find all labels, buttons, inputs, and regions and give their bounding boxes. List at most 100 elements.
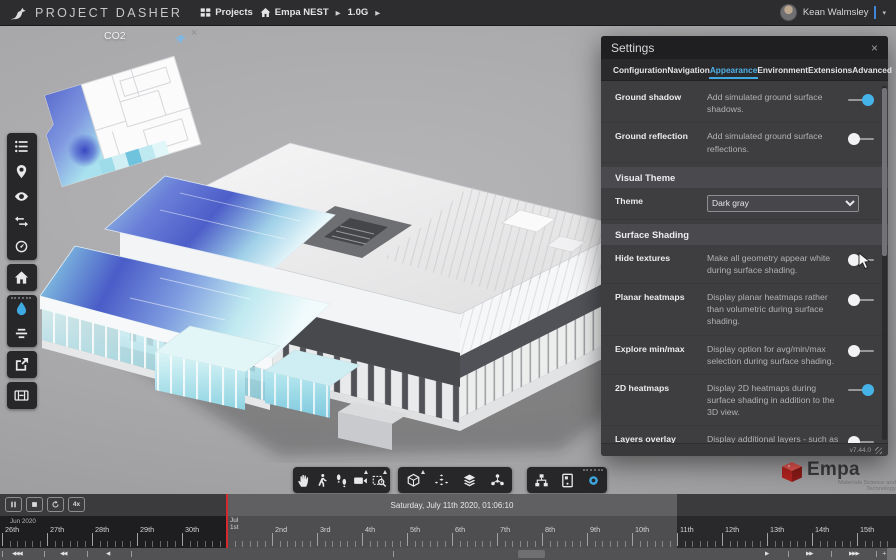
- timeline-hour-tick: [295, 541, 296, 547]
- scrollbar-thumb[interactable]: [882, 88, 887, 256]
- user-menu[interactable]: Kean Walmsley ▾: [780, 4, 886, 21]
- rewind-fast-button[interactable]: ◀◀◀: [12, 548, 22, 560]
- toggle-ground-reflection[interactable]: [848, 132, 874, 145]
- tab-configuration[interactable]: Configuration: [613, 59, 667, 80]
- timeline-day-tick: [722, 533, 723, 546]
- timeline-day-label[interactable]: 12th: [725, 525, 739, 534]
- breadcrumb-site[interactable]: Empa NEST: [260, 7, 329, 18]
- loop-button[interactable]: [47, 497, 64, 512]
- setting-description: Add simulated ground surface shadows.: [707, 91, 842, 115]
- timeline-day-label[interactable]: 13th: [770, 525, 784, 534]
- pushpin-icon[interactable]: [175, 32, 186, 43]
- timeline-hour-tick: [737, 541, 738, 547]
- toggle-layers-overlay[interactable]: [848, 435, 874, 443]
- timeline-day-label[interactable]: 11th: [680, 525, 694, 534]
- scroll-strip-separator: [831, 551, 832, 557]
- breadcrumb-projects[interactable]: Projects: [200, 7, 253, 18]
- timeline-scrollbar-thumb[interactable]: [518, 550, 545, 558]
- sensor-locations-tool[interactable]: [8, 159, 34, 184]
- timeline-day-label[interactable]: 15th: [860, 525, 874, 534]
- home-view-tool[interactable]: [8, 265, 34, 290]
- timeline-day-label[interactable]: 4th: [365, 525, 375, 534]
- pan-tool[interactable]: [294, 468, 313, 492]
- dasher-greyhound-logo-icon: [10, 4, 27, 21]
- heatmap-2d-miniplan[interactable]: [28, 52, 218, 192]
- levels-filter-tool[interactable]: [8, 321, 34, 346]
- environment-heatmap-tool[interactable]: [8, 296, 34, 321]
- settings-tool[interactable]: [580, 468, 606, 492]
- model-structure-tool[interactable]: [528, 468, 554, 492]
- play-fast-button[interactable]: ▶▶▶: [849, 548, 859, 560]
- tab-extensions[interactable]: Extensions: [808, 59, 852, 80]
- properties-tool[interactable]: [554, 468, 580, 492]
- timeline-day-tick: [767, 533, 768, 546]
- toggle-ground-shadow[interactable]: [848, 93, 874, 106]
- timeline-day-label[interactable]: 7th: [500, 525, 510, 534]
- play-medium-button[interactable]: ▶▶: [806, 548, 812, 560]
- timeline-day-label[interactable]: 9th: [590, 525, 600, 534]
- resize-handle[interactable]: [875, 447, 882, 454]
- timeline-zoom-in-button[interactable]: +: [882, 548, 886, 560]
- timeline-playhead[interactable]: [226, 494, 228, 548]
- stop-button[interactable]: [26, 497, 43, 512]
- explode-model-tool[interactable]: [427, 468, 455, 492]
- camera-tool[interactable]: [351, 468, 370, 492]
- timeline-hour-tick: [385, 541, 386, 547]
- heatmap-close-icon[interactable]: ×: [191, 27, 197, 39]
- timeline-hour-tick: [460, 541, 461, 547]
- timeline-day-tick: [407, 533, 408, 546]
- visibility-tool[interactable]: [8, 184, 34, 209]
- 3d-viewport[interactable]: CO2 × Empa Materials Science and Technol…: [0, 26, 896, 494]
- tab-environment[interactable]: Environment: [757, 59, 808, 80]
- rewind-slow-button[interactable]: ◀: [106, 548, 109, 560]
- toggle-explore-min-max[interactable]: [848, 345, 874, 358]
- compare-tool[interactable]: [8, 209, 34, 234]
- timeline-day-label[interactable]: 5th: [410, 525, 420, 534]
- timeline-day-label[interactable]: 26th: [5, 525, 19, 534]
- timeline-day-label[interactable]: 8th: [545, 525, 555, 534]
- timeline-day-label[interactable]: 30th: [185, 525, 199, 534]
- play-slow-button[interactable]: ▶: [765, 548, 768, 560]
- pause-button[interactable]: [5, 497, 22, 512]
- timeline-day-tick: [92, 533, 93, 546]
- timeline-hour-tick: [220, 541, 221, 547]
- timeline-day-label[interactable]: Jul1st: [230, 518, 239, 531]
- rewind-medium-button[interactable]: ◀◀: [60, 548, 66, 560]
- speed-button[interactable]: 4x: [68, 497, 85, 512]
- timeline-day-label[interactable]: 29th: [140, 525, 154, 534]
- scroll-strip-separator: [131, 551, 132, 557]
- timeline-day-label[interactable]: 14th: [815, 525, 829, 534]
- animation-tool[interactable]: [8, 383, 34, 408]
- settings-scrollbar[interactable]: [882, 86, 887, 440]
- timeline-ruler[interactable]: Jun 2020 26th27th28th29th30thJul1st2nd3r…: [0, 516, 896, 548]
- camera-interactions-tool[interactable]: [399, 468, 427, 492]
- model-browser-tool[interactable]: [483, 468, 511, 492]
- zoom-window-tool[interactable]: [370, 468, 389, 492]
- dashboard-list-tool[interactable]: [8, 134, 34, 159]
- timeline-day-label[interactable]: 27th: [50, 525, 64, 534]
- levels-tool[interactable]: [455, 468, 483, 492]
- timeline-day-tick: [632, 533, 633, 546]
- settings-header[interactable]: Settings ×: [601, 36, 888, 59]
- performance-tool[interactable]: [8, 234, 34, 259]
- walk-tool[interactable]: [332, 468, 351, 492]
- toggle-planar-heatmaps[interactable]: [848, 293, 874, 306]
- timeline-day-label[interactable]: 10th: [635, 525, 649, 534]
- toggle-2d-heatmaps[interactable]: [848, 384, 874, 397]
- export-share-tool[interactable]: [8, 352, 34, 377]
- levels-icon: [14, 326, 29, 341]
- tab-navigation[interactable]: Navigation: [667, 59, 709, 80]
- first-person-tool[interactable]: [313, 468, 332, 492]
- timeline-day-label[interactable]: 3rd: [320, 525, 331, 534]
- theme-select[interactable]: Dark gray: [707, 195, 859, 212]
- timeline-day-label[interactable]: 6th: [455, 525, 465, 534]
- timeline-day-label[interactable]: 28th: [95, 525, 109, 534]
- tab-appearance[interactable]: Appearance: [710, 59, 758, 80]
- scroll-strip-corner[interactable]: [887, 548, 896, 560]
- toolbar-group-share: [7, 351, 37, 378]
- breadcrumb-model[interactable]: 1.0G: [348, 7, 369, 18]
- settings-close-icon[interactable]: ×: [871, 42, 878, 54]
- timeline-scroll-strip[interactable]: ◀◀◀◀◀◀▶▶▶▶▶▶+: [0, 548, 896, 560]
- timeline-day-label[interactable]: 2nd: [275, 525, 287, 534]
- tab-advanced[interactable]: Advanced: [852, 59, 892, 80]
